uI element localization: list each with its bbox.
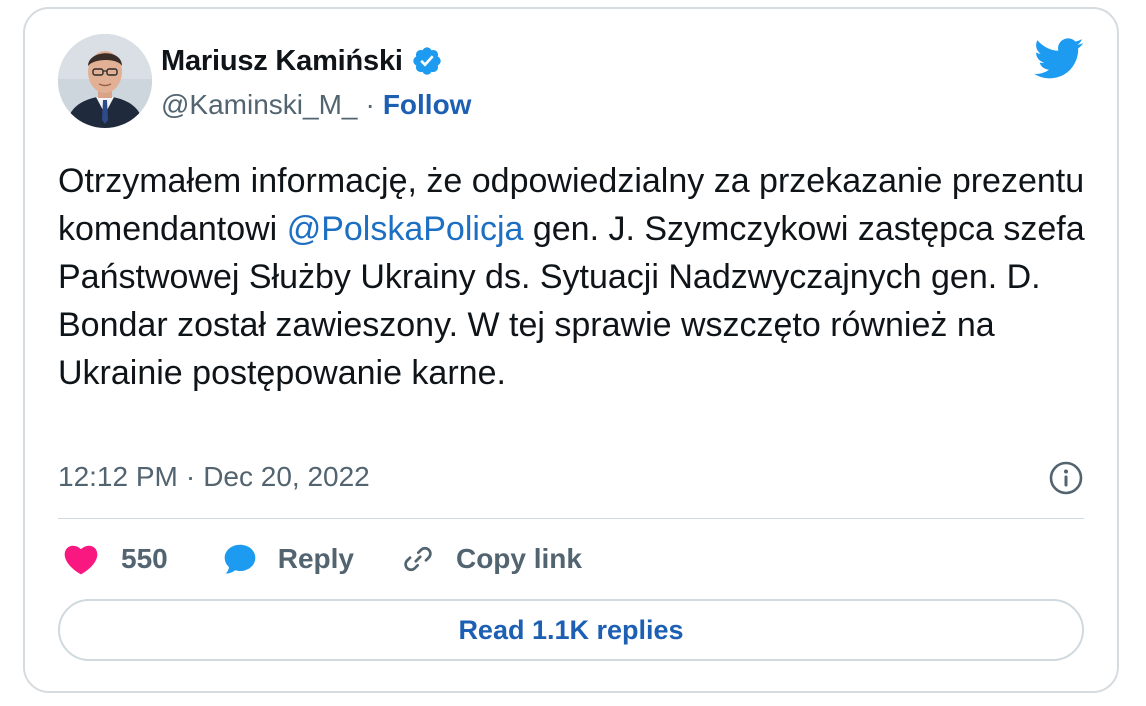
speech-bubble-icon: [222, 541, 258, 577]
tweet-actions: 550 Reply Copy link: [63, 537, 582, 581]
tweet-text: Otrzymałem informację, że odpowiedzialny…: [58, 157, 1098, 397]
reply-button[interactable]: Reply: [222, 541, 354, 577]
tweet-timestamp[interactable]: 12:12 PM · Dec 20, 2022: [58, 457, 370, 497]
link-icon: [400, 541, 436, 577]
tweet-date: Dec 20, 2022: [203, 461, 370, 492]
tweet-card: Mariusz Kamiński @Kaminski_M_ · Follow O…: [23, 7, 1119, 693]
copy-link-label: Copy link: [455, 543, 582, 574]
author-handle[interactable]: @Kaminski_M_: [161, 89, 357, 121]
heart-icon: [63, 543, 99, 575]
timestamp-separator: ·: [185, 461, 196, 492]
divider: [58, 518, 1084, 519]
avatar[interactable]: [58, 34, 152, 128]
mention-link[interactable]: @PolskaPolicja: [287, 210, 524, 248]
like-button[interactable]: 550: [63, 543, 168, 575]
tweet-time: 12:12 PM: [58, 461, 178, 492]
follow-button[interactable]: Follow: [383, 89, 472, 121]
like-count: 550: [121, 543, 168, 574]
author-name-row: Mariusz Kamiński: [161, 41, 443, 81]
reply-label: Reply: [277, 543, 354, 574]
author-handle-row: @Kaminski_M_ · Follow: [161, 85, 471, 125]
info-icon[interactable]: [1048, 460, 1084, 496]
verified-badge-icon: [411, 45, 443, 77]
read-replies-button[interactable]: Read 1.1K replies: [58, 599, 1084, 661]
twitter-bird-icon[interactable]: [1034, 37, 1084, 81]
author-name[interactable]: Mariusz Kamiński: [161, 45, 403, 78]
copy-link-button[interactable]: Copy link: [400, 541, 582, 577]
handle-separator: ·: [365, 89, 375, 120]
